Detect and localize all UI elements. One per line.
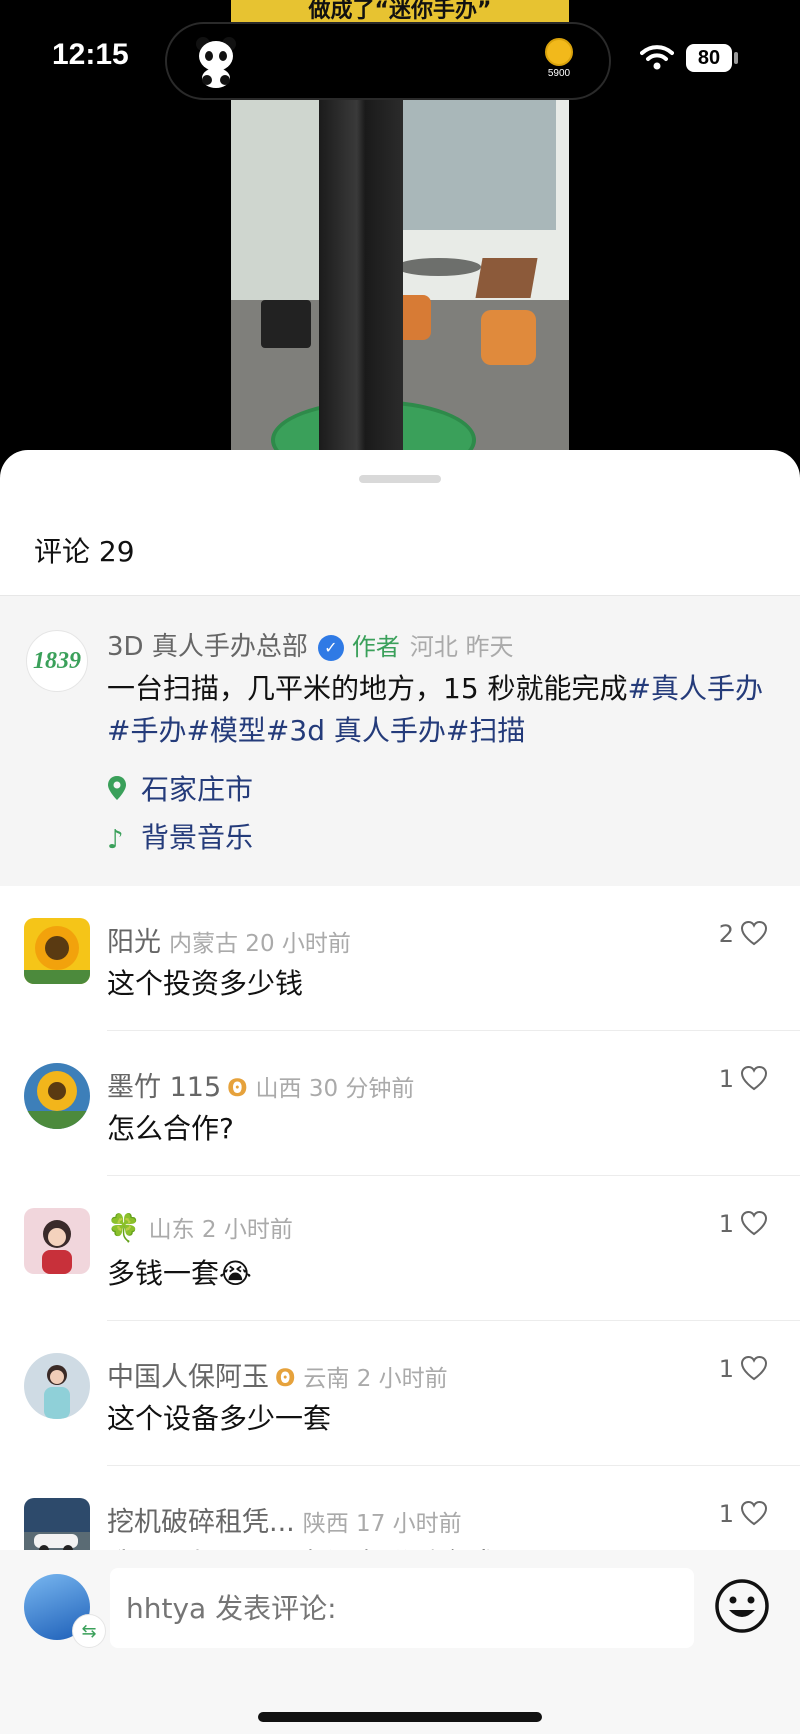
woman-avatar-icon (24, 1353, 90, 1419)
commenter-name[interactable]: 🍀 (107, 1213, 141, 1244)
video-wall-left (231, 95, 321, 335)
comment-header: 🍀 山东 2 小时前 (107, 1210, 293, 1244)
music-note-icon: ♪ (107, 825, 124, 855)
fan-badge-icon: ʘ (227, 1074, 248, 1102)
comment-header: 墨竹 115 ʘ 山西 30 分钟前 (107, 1065, 414, 1104)
video-table (396, 258, 481, 276)
coin-value: 5900 (547, 68, 571, 79)
comment-text: 这个投资多少钱 (107, 967, 304, 1000)
like-button[interactable]: 1 (719, 1500, 768, 1528)
video-window (391, 100, 556, 230)
girl-avatar-icon (24, 1208, 90, 1274)
like-count: 2 (718, 920, 734, 948)
post-music[interactable]: ♪ 背景音乐 (107, 816, 253, 856)
comment-input[interactable] (110, 1568, 694, 1648)
post-body: 一台扫描，几平米的地方，15 秒就能完成 (107, 672, 628, 705)
panda-icon (196, 37, 236, 88)
comment-header: 阳光 内蒙古 20 小时前 (107, 920, 351, 959)
video-stool (481, 310, 536, 365)
author-avatar[interactable]: 1839 (26, 630, 88, 692)
original-post: 1839 3D 真人手办总部 ✓ 作者 河北 昨天 一台扫描，几平米的地方，15 秒就… (0, 596, 800, 886)
post-header: 3D 真人手办总部 ✓ 作者 河北 昨天 (107, 626, 513, 663)
coin-icon (545, 38, 573, 66)
sheet-drag-handle[interactable] (359, 475, 441, 483)
heart-icon (740, 1210, 768, 1236)
comment-item[interactable]: 🍀 山东 2 小时前 多钱一套😭 1 (0, 1176, 800, 1321)
comment-meta: 陕西 17 小时前 (302, 1511, 462, 1537)
location-label: 石家庄市 (141, 773, 254, 806)
sunflower-avatar-icon (24, 1063, 90, 1129)
comments-title: 评论 29 (34, 535, 135, 568)
comment-header: 中国人保阿玉 ʘ 云南 2 小时前 (107, 1355, 448, 1394)
like-button[interactable]: 1 (719, 1210, 768, 1238)
comment-item[interactable]: 阳光 内蒙古 20 小时前 这个投资多少钱 2 (0, 886, 800, 1031)
post-location[interactable]: 石家庄市 (107, 768, 253, 808)
fan-badge-icon: ʘ (275, 1364, 296, 1392)
comment-text: 这个设备多少一套 (107, 1402, 332, 1435)
comment-text: 多钱一套😭 (107, 1257, 252, 1290)
post-meta: 河北 昨天 (409, 633, 514, 661)
commenter-name[interactable]: 阳光 (107, 927, 161, 958)
verified-icon: ✓ (317, 634, 344, 661)
like-button[interactable]: 1 (719, 1355, 768, 1383)
heart-icon (740, 1065, 768, 1091)
like-button[interactable]: 1 (719, 1065, 768, 1093)
like-count: 1 (718, 1065, 734, 1093)
comment-sheet: 评论 29 1839 3D 真人手办总部 ✓ 作者 河北 昨天 一台扫描，几平米的地方… (0, 450, 800, 1734)
battery-nub (734, 52, 738, 64)
video-chair (475, 258, 538, 298)
commenter-avatar[interactable] (24, 1063, 90, 1129)
comment-meta: 云南 2 小时前 (303, 1366, 448, 1392)
author-tag: 作者 (351, 633, 400, 661)
commenter-name[interactable]: 墨竹 115 (107, 1072, 221, 1103)
comment-input-bar: ⇆ (0, 1550, 800, 1734)
dynamic-island[interactable]: 5900 (165, 22, 611, 100)
status-time: 12:15 (52, 38, 129, 71)
author-name[interactable]: 3D 真人手办总部 (107, 632, 308, 662)
comment-meta: 内蒙古 20 小时前 (169, 931, 351, 957)
comment-item[interactable]: 墨竹 115 ʘ 山西 30 分钟前 怎么合作? 1 (0, 1031, 800, 1176)
battery-indicator: 80 (686, 44, 732, 72)
location-pin-icon (108, 776, 126, 800)
heart-icon (740, 1355, 768, 1381)
music-label: 背景音乐 (141, 821, 254, 854)
commenter-avatar[interactable] (24, 1208, 90, 1274)
commenter-name[interactable]: 中国人保阿玉 (107, 1362, 269, 1393)
heart-icon (740, 920, 768, 946)
coin-widget[interactable]: 5900 (539, 38, 579, 88)
post-text: 一台扫描，几平米的地方，15 秒就能完成#真人手办#手办#模型#3d 真人手办#… (107, 668, 767, 752)
like-count: 1 (718, 1500, 734, 1528)
comment-item[interactable]: 中国人保阿玉 ʘ 云南 2 小时前 这个设备多少一套 1 (0, 1321, 800, 1466)
home-indicator[interactable] (258, 1712, 542, 1722)
commenter-avatar[interactable] (24, 918, 90, 984)
heart-icon (740, 1500, 768, 1526)
commenter-avatar[interactable] (24, 1353, 90, 1419)
like-count: 1 (718, 1210, 734, 1238)
video-scanner-pillar (319, 95, 403, 470)
commenter-name[interactable]: 挖机破碎租凭... (107, 1507, 295, 1538)
emoji-icon[interactable] (714, 1578, 770, 1634)
video-case (261, 300, 311, 348)
swap-account-icon[interactable]: ⇆ (72, 1614, 106, 1648)
like-count: 1 (718, 1355, 734, 1383)
wifi-icon (640, 45, 674, 70)
comment-meta: 山东 2 小时前 (148, 1217, 293, 1243)
comment-header: 挖机破碎租凭... 陕西 17 小时前 (107, 1500, 462, 1539)
comment-text: 怎么合作? (107, 1112, 234, 1145)
comment-meta: 山西 30 分钟前 (255, 1076, 415, 1102)
sunflower-avatar-icon (24, 918, 90, 984)
like-button[interactable]: 2 (719, 920, 768, 948)
